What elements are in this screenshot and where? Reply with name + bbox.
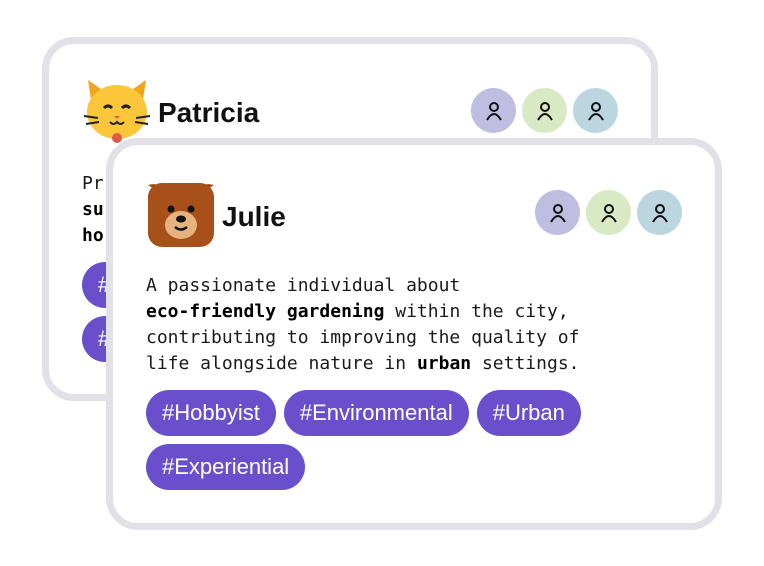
person-icon [600, 203, 617, 223]
profile-card-julie[interactable]: Julie A passionate individual about eco-… [106, 138, 722, 530]
tag-chip[interactable]: #Hobbyist [146, 390, 276, 436]
follower-avatar[interactable] [535, 190, 580, 235]
bio-line: life alongside nature in [146, 353, 417, 374]
profile-bio: Pr su ho [82, 171, 104, 249]
bio-line: Pr [82, 173, 104, 194]
cat-face-icon [82, 74, 152, 144]
profile-name: Patricia [158, 97, 260, 128]
follower-avatar[interactable] [637, 190, 682, 235]
tag-chip[interactable]: #Experiential [146, 444, 306, 490]
follower-avatar[interactable] [522, 88, 567, 133]
person-icon [587, 101, 604, 121]
follower-avatars [535, 190, 682, 235]
tag-chip[interactable]: #Environmental [283, 390, 469, 436]
follower-avatar[interactable] [573, 88, 618, 133]
profile-name: Julie [222, 201, 286, 232]
bio-line: contributing to improving the quality of [146, 327, 580, 348]
follower-avatar[interactable] [586, 190, 631, 235]
bio-bold: ho [82, 225, 104, 246]
bio-bold: urban [416, 353, 472, 374]
person-icon [485, 101, 502, 121]
follower-avatars [471, 88, 618, 133]
profile-bio: A passionate individual about eco-friend… [146, 273, 580, 377]
bear-face-icon [146, 177, 216, 247]
person-icon [651, 203, 668, 223]
person-icon [549, 203, 566, 223]
bio-line: within the city, [384, 301, 569, 322]
bio-line: A passionate individual about [146, 275, 461, 296]
bio-bold: eco-friendly gardening [146, 301, 385, 322]
bio-line: settings. [471, 353, 580, 374]
follower-avatar[interactable] [471, 88, 516, 133]
bio-bold: su [82, 199, 104, 220]
person-icon [536, 101, 553, 121]
tag-chip[interactable]: #Urban [476, 390, 581, 436]
tag-list: #Hobbyist #Environmental #Urban #Experie… [146, 390, 686, 490]
